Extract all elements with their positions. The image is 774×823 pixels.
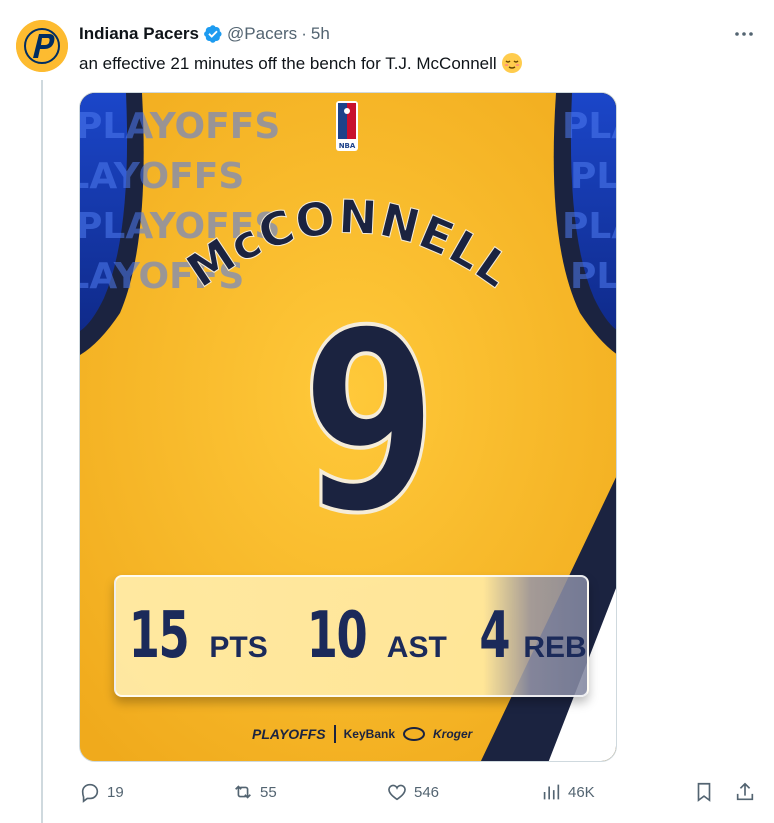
stat-points: 15 PTS <box>116 599 268 673</box>
tweet-actions: 19 55 546 46K <box>79 781 759 805</box>
reply-icon <box>81 783 99 803</box>
like-count: 546 <box>414 783 440 801</box>
views-count: 46K <box>568 783 595 801</box>
stat-assists-value: 10 <box>306 599 367 673</box>
repost-button[interactable]: 55 <box>232 781 277 803</box>
views-button[interactable]: 46K <box>540 781 595 803</box>
playoffs-logo: PLAYOFFS <box>252 726 326 742</box>
tweet-media-image[interactable]: PLAYOFFS PLAYOFFS PLAYOFFS PLAYOFFS PLAY… <box>79 92 617 762</box>
sponsor-badge-icon <box>403 727 425 741</box>
bg-text-left-1: PLAYOFFS <box>80 106 280 147</box>
stats-panel: 15 PTS 10 AST 4 REB <box>114 575 589 697</box>
stat-assists-label: AST <box>386 631 447 664</box>
bookmark-button[interactable] <box>693 781 715 803</box>
nba-logo-icon: NBA <box>336 101 358 151</box>
bookmark-icon <box>697 782 711 802</box>
reply-count: 19 <box>107 783 124 801</box>
repost-icon <box>235 785 251 799</box>
stat-points-value: 15 <box>129 599 190 673</box>
more-options-icon[interactable] <box>732 22 756 46</box>
bg-text-right-1: PLAYOFFS <box>562 106 617 147</box>
bg-text-left-2: PLAYOFFS <box>80 156 244 197</box>
verified-badge-icon <box>204 25 222 43</box>
keybank-logo: KeyBank <box>343 727 395 741</box>
pacers-logo-icon <box>16 20 68 72</box>
tweet-header: Indiana Pacers @Pacers · 5h <box>79 23 330 45</box>
repost-count: 55 <box>260 783 277 801</box>
heart-icon <box>388 784 406 801</box>
reply-button[interactable]: 19 <box>79 781 124 803</box>
relieved-face-emoji-icon <box>501 53 522 73</box>
share-button[interactable] <box>734 781 756 803</box>
bg-text-right-2: PLAYOFFS <box>570 156 617 197</box>
stat-rebounds-label: REB <box>523 631 587 664</box>
stat-assists: 10 AST <box>294 599 447 673</box>
stat-rebounds-value: 4 <box>479 599 510 673</box>
sponsor-bar: PLAYOFFS KeyBank Kroger <box>252 725 472 743</box>
stat-rebounds: 4 REB <box>473 599 587 673</box>
author-name[interactable]: Indiana Pacers <box>79 24 199 44</box>
like-button[interactable]: 546 <box>386 781 439 803</box>
bg-text-right-3: PLAYOFFS <box>562 206 617 247</box>
bg-text-right-4: PLAYOFFS <box>570 256 617 297</box>
jersey-number-text: 9 <box>300 277 439 568</box>
tweet-text: an effective 21 minutes off the bench fo… <box>79 52 523 75</box>
avatar[interactable] <box>16 20 68 72</box>
nba-logo-text: NBA <box>339 142 356 150</box>
tweet-body: an effective 21 minutes off the bench fo… <box>79 54 497 73</box>
thread-line <box>41 80 43 823</box>
separator-dot: · <box>301 24 307 43</box>
views-chart-icon <box>543 784 560 800</box>
stat-points-label: PTS <box>209 631 268 664</box>
author-handle[interactable]: @Pacers <box>227 24 297 44</box>
sponsor-divider <box>333 725 336 743</box>
kroger-logo: Kroger <box>433 727 473 741</box>
share-icon <box>736 782 754 801</box>
jersey-number: 9 <box>290 277 439 568</box>
timestamp[interactable]: 5h <box>311 24 330 44</box>
